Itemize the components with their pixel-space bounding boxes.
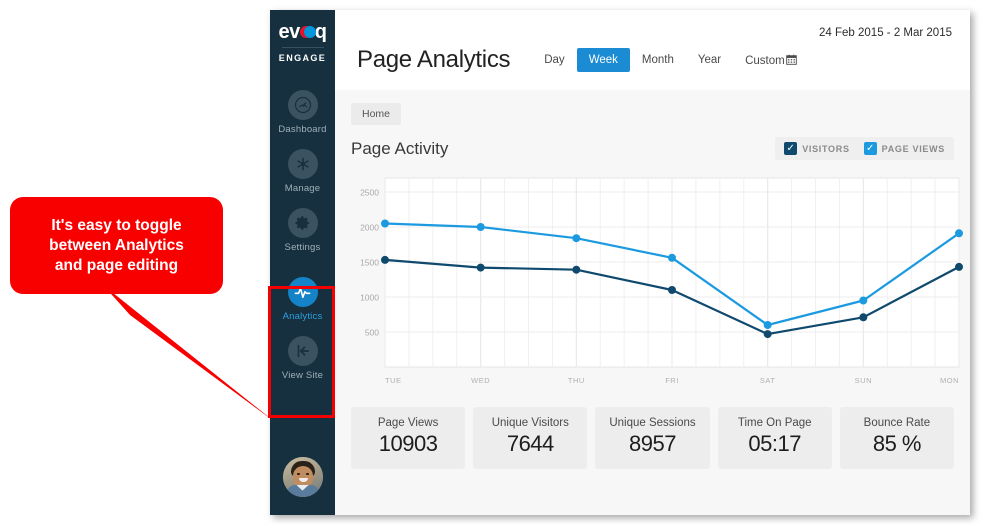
data-point: [476, 223, 485, 231]
sidebar: ev q ENGAGE Dashboard Manage Settings An…: [270, 10, 335, 515]
page-activity-chart: 500 1000 1500 2000 2500 TUE WED THU FRI SAT SUN MON: [351, 170, 963, 395]
back-arrow-icon: [287, 336, 318, 366]
content-area: Home Page Activity ✓ VISITORS ✓ PAGE VIE…: [335, 90, 970, 515]
stat-card-time-on-page: Time On Page 05:17: [717, 407, 832, 469]
legend-label: VISITORS: [802, 143, 850, 154]
data-point: [572, 234, 581, 243]
page-title: Page Analytics: [357, 46, 511, 73]
stat-value: 10903: [378, 431, 438, 456]
chart-legend: ✓ VISITORS ✓ PAGE VIEWS: [775, 137, 954, 160]
stat-label: Time On Page: [737, 417, 812, 429]
checkbox-page-views[interactable]: ✓: [863, 142, 877, 155]
sidebar-item-label: View Site: [281, 370, 324, 381]
breadcrumb[interactable]: Home: [351, 103, 402, 125]
sidebar-item-label: Dashboard: [278, 124, 327, 135]
data-point: [572, 265, 581, 274]
data-point: [668, 286, 676, 294]
legend-item-visitors[interactable]: ✓ VISITORS: [784, 142, 849, 155]
x-axis-tick-label: THU: [568, 376, 585, 385]
data-point: [381, 219, 389, 228]
stat-label: Bounce Rate: [863, 417, 931, 429]
data-point: [763, 330, 772, 339]
sidebar-item-settings[interactable]: Settings: [270, 201, 335, 260]
stat-label: Page Views: [377, 417, 439, 429]
brand-subtitle: ENGAGE: [278, 53, 327, 63]
x-axis-tick-label: SAT: [760, 376, 776, 385]
asterisk-icon: [287, 149, 318, 179]
avatar-container[interactable]: [270, 457, 335, 497]
stat-value: 05:17: [748, 431, 801, 456]
evoq-circle-icon: [299, 25, 316, 40]
gauge-icon: [287, 90, 318, 120]
y-axis-tick-label: 2000: [360, 223, 379, 233]
pulse-icon: [287, 277, 318, 307]
tab-day[interactable]: Day: [532, 48, 576, 72]
tab-custom-label: Custom: [745, 54, 785, 67]
chart-canvas: 500 1000 1500 2000 2500 TUE WED THU FRI SAT SUN MON: [360, 177, 963, 385]
y-axis-tick-label: 2500: [360, 188, 379, 198]
evoq-wordmark: ev q: [279, 21, 327, 43]
tab-year[interactable]: Year: [686, 48, 733, 72]
data-point: [955, 262, 963, 271]
legend-item-page-views[interactable]: ✓ PAGE VIEWS: [863, 142, 945, 155]
annotation-callout-tail: [103, 285, 275, 422]
panel-title: Page Activity: [351, 138, 449, 158]
annotation-callout-text: It's easy to toggle between Analytics an…: [49, 216, 184, 274]
tab-month[interactable]: Month: [630, 48, 686, 72]
brand-name-prefix: ev: [278, 21, 301, 43]
sidebar-item-dashboard[interactable]: Dashboard: [270, 83, 335, 142]
sidebar-item-label: Settings: [284, 242, 321, 253]
stats-row: Page Views 10903 Unique Visitors 7644 Un…: [351, 407, 955, 469]
stat-card-unique-visitors: Unique Visitors 7644: [473, 407, 588, 469]
date-range-label: 24 Feb 2015 - 2 Mar 2015: [819, 27, 952, 39]
data-point: [859, 313, 868, 322]
stat-value: 7644: [506, 431, 554, 456]
stat-label: Unique Sessions: [609, 417, 696, 429]
main-content: 24 Feb 2015 - 2 Mar 2015 Page Analytics …: [335, 10, 970, 515]
sidebar-nav: Dashboard Manage Settings Analytics View…: [270, 83, 335, 388]
data-point: [763, 321, 772, 329]
y-axis-tick-label: 1000: [360, 293, 379, 303]
gear-icon: [287, 208, 318, 238]
data-point: [476, 263, 485, 272]
x-axis-tick-label: FRI: [665, 376, 679, 385]
top-bar: 24 Feb 2015 - 2 Mar 2015 Page Analytics …: [335, 10, 970, 90]
panel-header: Page Activity ✓ VISITORS ✓ PAGE VIEWS: [351, 137, 954, 160]
annotation-callout: It's easy to toggle between Analytics an…: [10, 197, 223, 294]
title-row: Page Analytics Day Week Month Year Custo…: [357, 46, 809, 74]
x-axis-tick-label: TUE: [385, 376, 402, 385]
sidebar-item-label: Analytics: [282, 311, 323, 322]
x-axis-tick-label: WED: [471, 376, 490, 385]
x-axis-tick-label: MON: [940, 376, 959, 385]
data-point: [381, 255, 389, 264]
avatar[interactable]: [282, 457, 323, 497]
sidebar-item-view-site[interactable]: View Site: [270, 329, 335, 388]
tab-custom[interactable]: Custom: [733, 48, 809, 73]
stat-label: Unique Visitors: [491, 417, 569, 429]
stat-card-unique-sessions: Unique Sessions 8957: [595, 407, 710, 469]
brand-logo: ev q ENGAGE: [270, 10, 335, 63]
application-window: ev q ENGAGE Dashboard Manage Settings An…: [270, 10, 970, 515]
legend-label: PAGE VIEWS: [881, 143, 945, 154]
stat-value: 8957: [629, 431, 676, 456]
data-point: [859, 296, 868, 305]
range-tabs: Day Week Month Year Custom: [532, 48, 809, 73]
stat-card-bounce-rate: Bounce Rate 85 %: [839, 407, 955, 469]
tab-week[interactable]: Week: [576, 48, 630, 72]
stat-card-page-views: Page Views 10903: [351, 407, 466, 469]
calendar-icon: [785, 54, 797, 65]
sidebar-item-manage[interactable]: Manage: [270, 142, 335, 201]
data-point: [668, 253, 676, 262]
x-axis-tick-label: SUN: [855, 376, 872, 385]
y-axis-tick-label: 1500: [360, 258, 379, 268]
y-axis-tick-label: 500: [365, 328, 379, 338]
brand-name-suffix: q: [314, 21, 327, 43]
stat-value: 85 %: [872, 431, 922, 456]
sidebar-item-label: Manage: [284, 183, 321, 194]
checkbox-visitors[interactable]: ✓: [784, 142, 798, 155]
data-point: [955, 229, 963, 238]
sidebar-item-analytics[interactable]: Analytics: [270, 270, 335, 329]
